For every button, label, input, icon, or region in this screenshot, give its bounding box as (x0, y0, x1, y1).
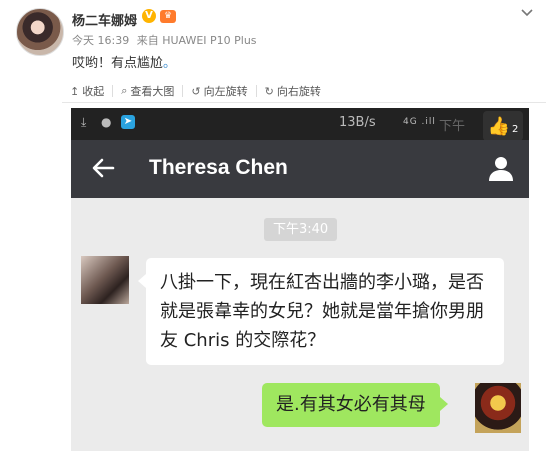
verified-badge-icon: V (142, 9, 156, 23)
back-arrow-icon (92, 158, 115, 178)
post-source: 来自 HUAWEI P10 Plus (136, 34, 257, 47)
rotate-left-icon: ↺ (191, 84, 201, 98)
collapse-button[interactable]: ↥ 收起 (62, 84, 114, 98)
chat-bubble-icon: ● (101, 115, 112, 129)
chat-title: Theresa Chen (149, 156, 288, 179)
chevron-down-icon[interactable] (520, 6, 534, 20)
weibo-post: 杨二车娜姆 V ♛ 今天 16:39 来自 HUAWEI P10 Plus 哎哟… (0, 0, 546, 451)
thumbs-up-icon: 👍 (487, 115, 511, 137)
rotate-right-label: 向右旋转 (276, 85, 321, 98)
message-timestamp: 下午3:40 (264, 218, 338, 241)
magnifier-icon: ⌕ (121, 84, 128, 97)
member-crown-icon: ♛ (160, 10, 176, 23)
post-text: 哎哟！有点尴尬。 (72, 52, 176, 71)
collapse-label: 收起 (82, 85, 105, 98)
post-meta: 今天 16:39 来自 HUAWEI P10 Plus (72, 32, 261, 48)
person-icon (489, 157, 513, 181)
incoming-message-bubble: 八掛一下，現在紅杏出牆的李小璐，是否就是張韋幸的女兒？她就是當年搶你男朋友 Ch… (138, 258, 504, 365)
outgoing-message-bubble: 是.有其女必有其母 (262, 383, 448, 427)
rotate-left-button[interactable]: ↺ 向左旋转 (183, 84, 257, 98)
rotate-left-label: 向左旋转 (203, 85, 248, 98)
post-time[interactable]: 今天 16:39 (72, 34, 129, 47)
view-large-label: 查看大图 (130, 85, 175, 98)
phone-time: 下午 (439, 119, 466, 134)
signal-icon: 4G .ill (403, 117, 436, 127)
network-speed: 13B/s (339, 115, 376, 130)
rotate-right-icon: ↻ (264, 84, 274, 98)
image-toolbar: ↥ 收起 ⌕ 查看大图 ↺ 向左旋转 ↻ 向右旋转 (62, 80, 546, 103)
post-text-body: 哎哟！有点尴尬 (72, 56, 164, 71)
chat-screenshot-image[interactable]: ⤓ ● ➤ 13B/s 4G .ill 下午 👍 2 Theresa Chen … (71, 108, 529, 451)
rotate-right-button[interactable]: ↻ 向右旋转 (257, 84, 329, 99)
like-count: 2 (512, 123, 519, 135)
author-name[interactable]: 杨二车娜姆 (72, 10, 137, 29)
author-avatar[interactable] (16, 8, 64, 56)
chat-header: Theresa Chen (71, 140, 529, 198)
arrow-up-icon: ↥ (70, 84, 80, 98)
post-text-suffix: 。 (163, 56, 177, 71)
sender-avatar (81, 256, 129, 304)
like-button[interactable]: 👍 2 (483, 111, 523, 141)
view-large-button[interactable]: ⌕ 查看大图 (113, 84, 184, 98)
download-icon: ⤓ (81, 115, 87, 129)
telegram-icon: ➤ (121, 115, 135, 129)
own-avatar (475, 383, 521, 433)
phone-status-bar: ⤓ ● ➤ 13B/s 4G .ill 下午 👍 2 (71, 108, 529, 141)
